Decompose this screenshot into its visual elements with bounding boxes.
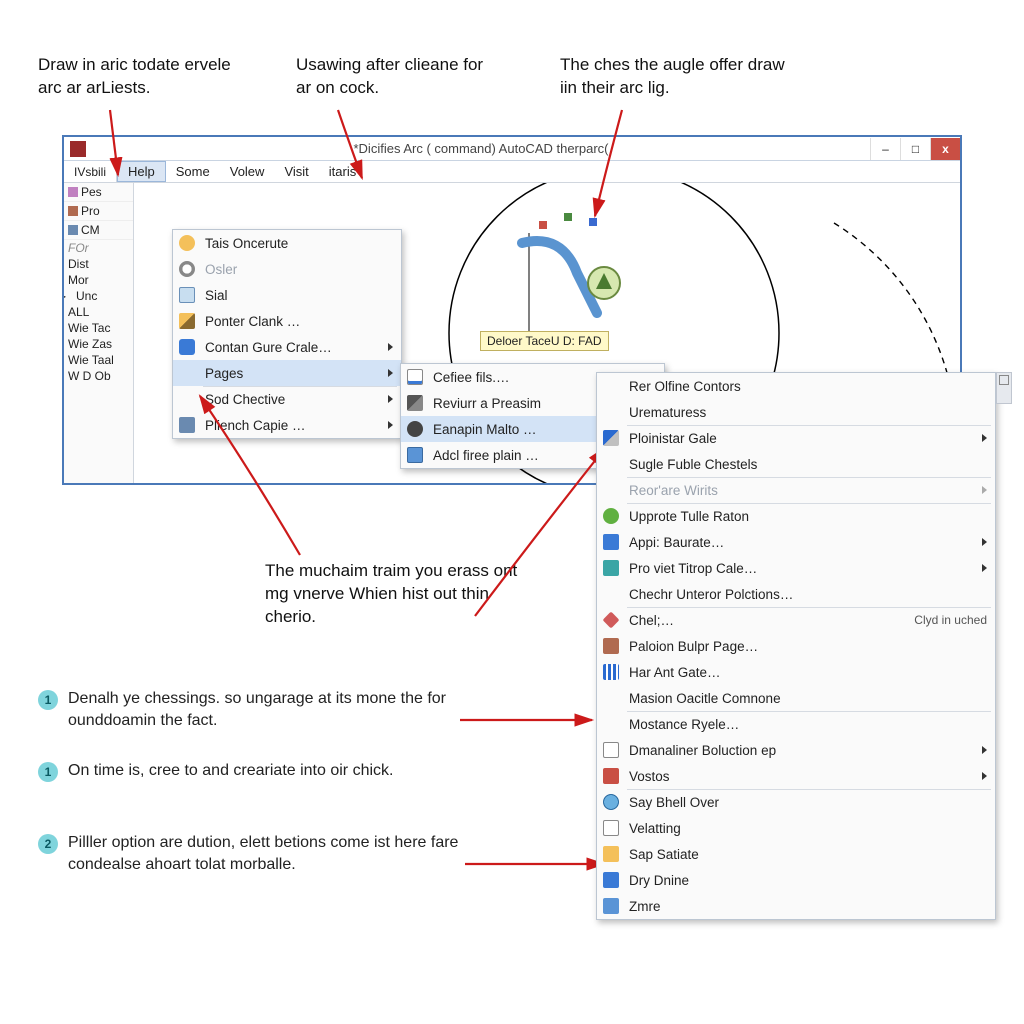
step-1: 1 Denalh ye chessings. so ungarage at it… bbox=[38, 688, 508, 731]
chevron-right-icon bbox=[982, 434, 987, 442]
list-item[interactable]: Mor bbox=[64, 272, 133, 288]
app-icon bbox=[70, 141, 86, 157]
callout-3: The ches the augle offer draw iin their … bbox=[560, 54, 790, 100]
chevron-right-icon bbox=[982, 486, 987, 494]
chevron-right-icon bbox=[388, 369, 393, 377]
menu-item[interactable]: Zmre bbox=[597, 893, 995, 919]
menu-item[interactable]: Dry Dnine bbox=[597, 867, 995, 893]
menubar-item-help[interactable]: Help bbox=[117, 161, 166, 182]
menubar-item-itaris[interactable]: itaris bbox=[319, 161, 366, 182]
list-item[interactable]: Wie Taal bbox=[64, 352, 133, 368]
menu-item[interactable]: Urematuress bbox=[597, 399, 995, 425]
menubar-tab[interactable]: IVsbili bbox=[64, 161, 117, 182]
menu-item[interactable]: Ponter Clank … bbox=[173, 308, 401, 334]
menu-item[interactable]: Dmanaliner Boluction ep bbox=[597, 737, 995, 763]
step-3: 2 Pilller option are dution, elett betio… bbox=[38, 832, 508, 875]
submenu-level3: Rer Olfine Contors Urematuress Ploinista… bbox=[596, 372, 996, 920]
menu-item[interactable]: Velatting bbox=[597, 815, 995, 841]
list-item[interactable]: Wie Tac bbox=[64, 320, 133, 336]
step-text: On time is, cree to and creariate into o… bbox=[68, 760, 393, 782]
step-badge: 2 bbox=[38, 834, 58, 854]
menu-item-pages[interactable]: Pages bbox=[173, 360, 401, 386]
menu-item[interactable]: Osler bbox=[173, 256, 401, 282]
maximize-button[interactable]: □ bbox=[900, 138, 930, 160]
menu-item[interactable]: Sugle Fuble Chestels bbox=[597, 451, 995, 477]
sidebar: Pes Pro CM FOr Dist Mor ▸Unc ALL Wie Tac… bbox=[64, 183, 134, 483]
menubar: IVsbili Help Some Volew Visit itaris bbox=[64, 161, 960, 183]
step-2: 1 On time is, cree to and creariate into… bbox=[38, 760, 393, 782]
callout-1: Draw in aric todate ervele arc ar arLies… bbox=[38, 54, 248, 100]
close-button[interactable]: x bbox=[930, 138, 960, 160]
chevron-right-icon bbox=[982, 772, 987, 780]
chevron-right-icon bbox=[388, 395, 393, 403]
menu-item[interactable]: Tais Oncerute bbox=[173, 230, 401, 256]
menu-item[interactable]: Sap Satiate bbox=[597, 841, 995, 867]
titlebar[interactable]: *Dicifies Arc ( command) AutoCAD therpar… bbox=[64, 137, 960, 161]
callout-4: The muchaim traim you erass ont mg vnerv… bbox=[265, 560, 525, 629]
menu-item[interactable]: Pliench Capie … bbox=[173, 412, 401, 438]
menubar-item-visit[interactable]: Visit bbox=[274, 161, 318, 182]
step-text: Denalh ye chessings. so ungarage at its … bbox=[68, 688, 508, 731]
menu-item[interactable]: Rer Olfine Contors bbox=[597, 373, 995, 399]
canvas-tooltip: Deloer TaceU D: FAD bbox=[480, 331, 609, 351]
menu-item[interactable]: Chel;…Clyd in uched bbox=[597, 607, 995, 633]
list-item[interactable]: ▸Unc bbox=[64, 288, 133, 304]
chevron-right-icon bbox=[388, 343, 393, 351]
chevron-right-icon bbox=[982, 746, 987, 754]
scrollbar[interactable] bbox=[996, 372, 1012, 404]
menubar-item-some[interactable]: Some bbox=[166, 161, 220, 182]
sidebar-tab[interactable]: CM bbox=[64, 221, 133, 240]
callout-2: Usawing after clieane for ar on cock. bbox=[296, 54, 496, 100]
sidebar-tab[interactable]: Pes bbox=[64, 183, 133, 202]
menu-item[interactable]: Say Bhell Over bbox=[597, 789, 995, 815]
sidebar-tab[interactable]: Pro bbox=[64, 202, 133, 221]
menu-item[interactable]: Contan Gure Crale… bbox=[173, 334, 401, 360]
step-badge: 1 bbox=[38, 762, 58, 782]
menu-item[interactable]: Sial bbox=[173, 282, 401, 308]
menu-item[interactable]: Pro viet Titrop Cale… bbox=[597, 555, 995, 581]
menu-item[interactable]: Chechr Unteror Polctions… bbox=[597, 581, 995, 607]
menu-item[interactable]: Upprote Tulle Raton bbox=[597, 503, 995, 529]
step-text: Pilller option are dution, elett betions… bbox=[68, 832, 508, 875]
list-item[interactable]: W D Ob bbox=[64, 368, 133, 384]
chevron-right-icon bbox=[982, 538, 987, 546]
menu-item[interactable]: Vostos bbox=[597, 763, 995, 789]
menu-item[interactable]: Ploinistar Gale bbox=[597, 425, 995, 451]
list-item[interactable]: ALL bbox=[64, 304, 133, 320]
step-badge: 1 bbox=[38, 690, 58, 710]
sidebar-list-header: FOr bbox=[64, 240, 133, 256]
menu-item[interactable]: Har Ant Gate… bbox=[597, 659, 995, 685]
dropdown-menu-help: Tais Oncerute Osler Sial Ponter Clank … … bbox=[172, 229, 402, 439]
minimize-button[interactable]: – bbox=[870, 138, 900, 160]
menu-item: Reor'are Wirits bbox=[597, 477, 995, 503]
list-item[interactable]: Dist bbox=[64, 256, 133, 272]
menu-item[interactable]: Appi: Baurate… bbox=[597, 529, 995, 555]
menu-item[interactable]: Masion Oacitle Comnone bbox=[597, 685, 995, 711]
chevron-right-icon bbox=[388, 421, 393, 429]
menu-item[interactable]: Paloion Bulpr Page… bbox=[597, 633, 995, 659]
chevron-right-icon bbox=[982, 564, 987, 572]
list-item[interactable]: Wie Zas bbox=[64, 336, 133, 352]
menu-item[interactable]: Mostance Ryele… bbox=[597, 711, 995, 737]
menubar-item-volew[interactable]: Volew bbox=[220, 161, 275, 182]
window-title: *Dicifies Arc ( command) AutoCAD therpar… bbox=[92, 141, 870, 156]
menu-item[interactable]: Sod Chective bbox=[173, 386, 401, 412]
